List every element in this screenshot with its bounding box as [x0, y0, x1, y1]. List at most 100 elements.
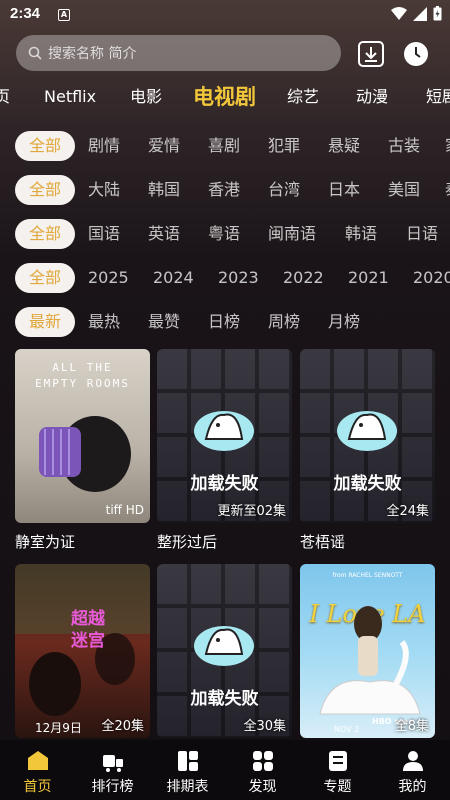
chip-region[interactable]: 美国	[388, 175, 420, 205]
nav-topic[interactable]: 专题	[300, 740, 375, 800]
poster-load-failed[interactable]: 加载失败 全30集	[157, 564, 292, 738]
poster-artwork	[319, 606, 421, 715]
tab-movies[interactable]: 电影	[130, 78, 162, 118]
chip-sort[interactable]: 日榜	[208, 307, 240, 337]
card-title: 静室为证	[15, 533, 76, 551]
tab-short-drama[interactable]: 短剧	[426, 78, 450, 118]
chip-year[interactable]: 2023	[218, 263, 259, 293]
chip-year[interactable]: 2022	[283, 263, 324, 293]
chip-genre-all[interactable]: 全部	[15, 131, 75, 161]
chip-genre[interactable]: 剧情	[88, 131, 120, 161]
nav-label: 排行榜	[91, 779, 134, 795]
chip-language[interactable]: 闽南语	[268, 219, 316, 249]
chip-year[interactable]: 2024	[153, 263, 194, 293]
filter-row-language: 全部 国语 英语 粤语 闽南语 韩语 日语	[0, 217, 450, 251]
tab-netflix[interactable]: Netflix	[44, 78, 96, 118]
chip-genre[interactable]: 悬疑	[328, 131, 360, 161]
nav-discover[interactable]: 发现	[225, 740, 300, 800]
poster-image[interactable]: from RACHEL SENNOTT I Love LA NOV 2 HBO …	[300, 564, 435, 738]
tab-tv-series[interactable]: 电视剧	[193, 78, 256, 118]
show-card[interactable]: 加载失败 全30集	[157, 564, 292, 746]
discover-icon	[252, 751, 273, 771]
nav-label: 首页	[23, 779, 52, 795]
nav-profile[interactable]: 我的	[375, 740, 450, 800]
poster-load-failed[interactable]: 加载失败 全24集	[300, 349, 435, 523]
poster-image[interactable]: 超越 迷宫 12月9日 全20集	[15, 564, 150, 738]
show-card[interactable]: 超越 迷宫 12月9日 全20集	[15, 564, 150, 746]
notification-icon: A	[58, 9, 70, 21]
chip-region[interactable]: 台湾	[268, 175, 300, 205]
tab-home[interactable]: 页	[0, 78, 10, 118]
nav-label: 发现	[248, 779, 277, 795]
signal-icon	[413, 6, 427, 21]
card-title: 苍梧谣	[300, 533, 346, 551]
poster-image[interactable]: ALL THE EMPTY ROOMS tiff HD	[15, 349, 150, 523]
broken-image-icon	[194, 626, 254, 666]
poster-logo: tiff HD	[105, 503, 144, 517]
status-time: 2:34	[10, 5, 41, 22]
show-card[interactable]: 加载失败 全24集 苍梧谣	[300, 349, 435, 552]
chip-sort[interactable]: 月榜	[328, 307, 360, 337]
episode-badge: 全30集	[243, 719, 286, 734]
nav-schedule[interactable]: 排期表	[150, 740, 225, 800]
show-card[interactable]: from RACHEL SENNOTT I Love LA NOV 2 HBO …	[300, 564, 435, 746]
chip-genre[interactable]: 爱情	[148, 131, 180, 161]
chip-language[interactable]: 日语	[406, 219, 438, 249]
download-button[interactable]	[357, 40, 385, 68]
chip-genre[interactable]: 古装	[388, 131, 420, 161]
chip-region[interactable]: 泰	[445, 175, 450, 205]
chip-region[interactable]: 大陆	[88, 175, 120, 205]
wifi-icon	[391, 6, 407, 20]
schedule-icon	[177, 751, 198, 771]
poster-title-line-2: 迷宫	[71, 631, 105, 651]
profile-icon	[402, 751, 423, 771]
tab-variety[interactable]: 综艺	[287, 78, 319, 118]
poster-date: 12月9日	[35, 721, 82, 735]
chip-year-all[interactable]: 全部	[15, 263, 75, 293]
chip-language[interactable]: 英语	[148, 219, 180, 249]
chip-language[interactable]: 国语	[88, 219, 120, 249]
chip-year[interactable]: 2021	[348, 263, 389, 293]
chip-language[interactable]: 韩语	[345, 219, 377, 249]
tab-anime[interactable]: 动漫	[356, 78, 388, 118]
chip-sort[interactable]: 周榜	[268, 307, 300, 337]
poster-artwork	[39, 416, 131, 492]
chip-sort-latest[interactable]: 最新	[15, 307, 75, 337]
home-icon	[27, 751, 48, 770]
clock-icon	[404, 42, 428, 66]
status-icons	[391, 6, 442, 21]
chip-sort[interactable]: 最热	[88, 307, 120, 337]
search-icon	[28, 46, 42, 60]
broken-image-icon	[194, 411, 254, 451]
episode-badge: 更新至02集	[217, 504, 286, 519]
chip-language[interactable]: 粤语	[208, 219, 240, 249]
show-card[interactable]: 加载失败 更新至02集 整形过后	[157, 349, 292, 552]
broken-image-icon	[337, 411, 397, 451]
episode-badge: 全20集	[101, 719, 144, 734]
nav-home[interactable]: 首页	[0, 740, 75, 800]
load-failed-text: 加载失败	[333, 474, 402, 494]
search-input[interactable]: 搜索名称 简介	[16, 35, 341, 71]
search-placeholder: 搜索名称 简介	[48, 46, 137, 62]
filter-row-region: 全部 大陆 韩国 香港 台湾 日本 美国 泰	[0, 173, 450, 207]
chip-region[interactable]: 日本	[328, 175, 360, 205]
chip-language-all[interactable]: 全部	[15, 219, 75, 249]
show-card[interactable]: ALL THE EMPTY ROOMS tiff HD 静室为证	[15, 349, 150, 552]
chip-region-all[interactable]: 全部	[15, 175, 75, 205]
poster-load-failed[interactable]: 加载失败 更新至02集	[157, 349, 292, 523]
chip-genre[interactable]: 犯罪	[268, 131, 300, 161]
poster-date: NOV 2	[334, 725, 360, 734]
chip-sort[interactable]: 最赞	[148, 307, 180, 337]
history-button[interactable]	[402, 40, 430, 68]
chip-year[interactable]: 2020	[413, 263, 450, 293]
load-failed-text: 加载失败	[190, 689, 259, 709]
chip-genre[interactable]: 喜剧	[208, 131, 240, 161]
chip-year[interactable]: 2025	[88, 263, 129, 293]
chip-genre[interactable]: 家	[445, 131, 450, 161]
chip-region[interactable]: 韩国	[148, 175, 180, 205]
chip-region[interactable]: 香港	[208, 175, 240, 205]
topic-icon	[328, 751, 347, 771]
bottom-nav: 首页 排行榜 排期表 发现 专题 我的	[0, 740, 450, 800]
battery-icon	[433, 6, 442, 21]
nav-ranking[interactable]: 排行榜	[75, 740, 150, 800]
